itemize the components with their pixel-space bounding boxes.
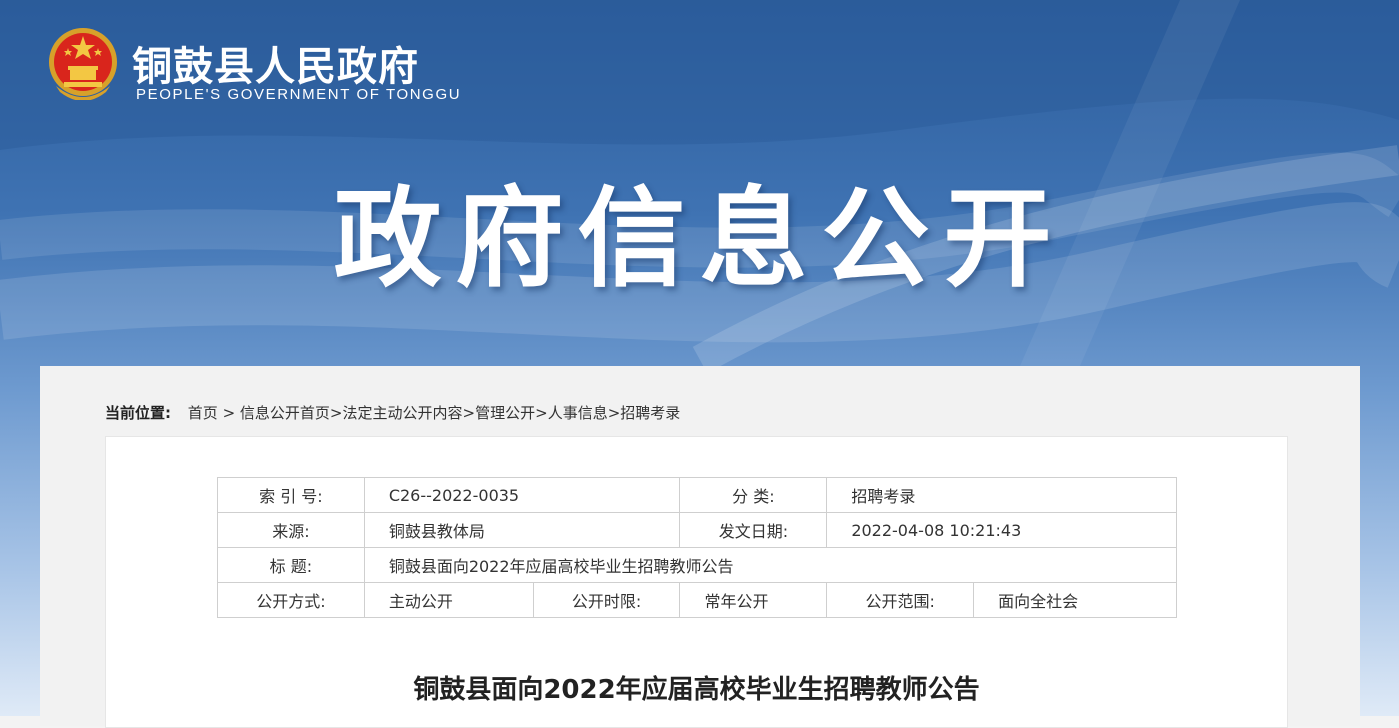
breadcrumb-home[interactable]: 首页 [188, 404, 218, 422]
site-subtitle: PEOPLE'S GOVERNMENT OF TONGGU [136, 86, 462, 103]
table-row: 标 题: 铜鼓县面向2022年应届高校毕业生招聘教师公告 [217, 547, 1178, 583]
breadcrumb-separator: > [607, 404, 621, 422]
date-value: 2022-04-08 10:21:43 [826, 512, 1177, 548]
hero-title: 政府信息公开 [333, 177, 1066, 302]
document-title: 铜鼓县面向2022年应届高校毕业生招聘教师公告 [413, 675, 980, 705]
category-label: 分 类: [679, 477, 828, 513]
source-label: 来源: [217, 512, 365, 548]
breadcrumb-label: 当前位置: [105, 404, 171, 422]
breadcrumb-separator: > [462, 404, 476, 422]
breadcrumb-separator: > [535, 404, 548, 422]
table-row: 索 引 号: C26--2022-0035 分 类: 招聘考录 [217, 477, 1177, 513]
table-row: 来源: 铜鼓县教体局 发文日期: 2022-04-08 10:21:43 [217, 512, 1177, 548]
index-label: 索 引 号: [217, 477, 365, 513]
period-label: 公开时限: [532, 582, 681, 618]
method-value: 主动公开 [363, 582, 534, 618]
breadcrumb-recruitment[interactable]: 招聘考录 [620, 404, 680, 422]
breadcrumb-statutory[interactable]: 法定主动公开内容 [343, 404, 463, 422]
national-emblem-icon[interactable] [48, 26, 118, 100]
breadcrumb-management[interactable]: 管理公开 [475, 404, 535, 422]
title-label: 标 题: [217, 547, 365, 583]
period-value: 常年公开 [679, 582, 828, 618]
breadcrumb-separator: > [217, 404, 240, 422]
breadcrumb-info-home[interactable]: 信息公开首页 [240, 404, 330, 422]
main-panel: 当前位置: 首页 > 信息公开首页>法定主动公开内容>管理公开>人事信息>招聘考… [40, 366, 1360, 728]
date-label: 发文日期: [679, 512, 828, 548]
breadcrumb-separator: > [329, 404, 343, 422]
site-title[interactable]: 铜鼓县人民政府 [132, 34, 419, 92]
breadcrumb: 当前位置: 首页 > 信息公开首页>法定主动公开内容>管理公开>人事信息>招聘考… [105, 402, 680, 423]
category-value: 招聘考录 [826, 477, 1177, 513]
source-value: 铜鼓县教体局 [363, 512, 681, 548]
metadata-table: 索 引 号: C26--2022-0035 分 类: 招聘考录 来源: 铜鼓县教… [217, 477, 1178, 618]
content-area: 索 引 号: C26--2022-0035 分 类: 招聘考录 来源: 铜鼓县教… [105, 436, 1288, 728]
index-value: C26--2022-0035 [363, 477, 681, 513]
scope-value: 面向全社会 [973, 582, 1177, 618]
table-row: 公开方式: 主动公开 公开时限: 常年公开 公开范围: 面向全社会 [217, 582, 1177, 618]
breadcrumb-personnel[interactable]: 人事信息 [548, 404, 608, 422]
method-label: 公开方式: [217, 582, 365, 618]
scope-label: 公开范围: [826, 582, 975, 618]
title-value: 铜鼓县面向2022年应届高校毕业生招聘教师公告 [363, 547, 1178, 583]
